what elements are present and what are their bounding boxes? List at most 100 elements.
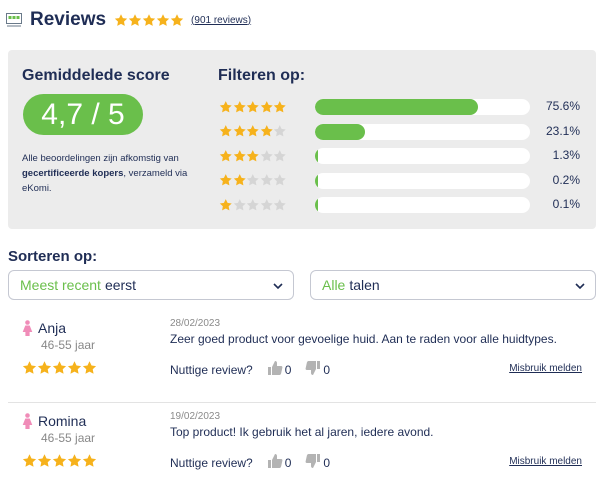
reviews-header: Reviews (901 reviews) xyxy=(6,8,251,32)
star-filled-icon xyxy=(114,13,128,27)
star-empty-icon xyxy=(273,198,287,212)
star-filled-icon xyxy=(22,360,37,375)
review-card: Anja 46-55 jaar 28/02/2023 Zeer goed produc… xyxy=(8,310,596,403)
chevron-down-icon xyxy=(272,279,284,291)
report-abuse-link[interactable]: Misbruik melden xyxy=(509,363,582,374)
filter-row-stars xyxy=(219,198,287,212)
upvote-count: 0 xyxy=(284,362,292,377)
review-stars xyxy=(22,453,97,468)
star-empty-icon xyxy=(246,198,260,212)
reviews-icon xyxy=(6,13,22,27)
rating-percentage: 23.1% xyxy=(545,123,580,138)
thumbs-up-icon xyxy=(267,453,285,472)
filter-row-1-stars[interactable]: 0.1% xyxy=(219,192,589,217)
filter-row-5-stars[interactable]: 75.6% xyxy=(219,94,589,119)
filter-row-stars xyxy=(219,173,287,187)
filter-row-4-stars[interactable]: 23.1% xyxy=(219,119,589,144)
star-filled-icon xyxy=(246,124,260,138)
star-filled-icon xyxy=(67,453,82,468)
star-filled-icon xyxy=(219,173,233,187)
filter-row-2-stars[interactable]: 0.2% xyxy=(219,168,589,193)
star-empty-icon xyxy=(246,173,260,187)
rating-bar-fill xyxy=(315,172,318,189)
thumbs-down-button[interactable]: 0 xyxy=(305,453,330,472)
star-filled-icon xyxy=(233,173,247,187)
star-empty-icon xyxy=(260,173,274,187)
sort-order-select[interactable]: Meest recent eerst xyxy=(8,270,294,300)
review-date: 19/02/2023 xyxy=(170,411,221,422)
reviewer-age: 46-55 jaar xyxy=(41,338,96,352)
star-empty-icon xyxy=(273,124,287,138)
thumbs-down-button[interactable]: 0 xyxy=(305,360,330,379)
rating-bar xyxy=(315,172,530,189)
star-filled-icon xyxy=(219,198,233,212)
star-filled-icon xyxy=(260,124,274,138)
report-abuse-link[interactable]: Misbruik melden xyxy=(509,456,582,467)
star-filled-icon xyxy=(156,13,170,27)
reviewer: Anja xyxy=(22,320,66,336)
star-filled-icon xyxy=(219,100,233,114)
star-filled-icon xyxy=(82,360,97,375)
useful-prompt: Nuttige review? 0 0 xyxy=(170,360,330,379)
star-filled-icon xyxy=(219,124,233,138)
sort-title: Sorteren op: xyxy=(8,248,98,265)
filter-row-stars xyxy=(219,100,287,114)
reviewer: Romina xyxy=(22,413,86,429)
star-empty-icon xyxy=(273,149,287,163)
star-filled-icon xyxy=(246,100,260,114)
review-text: Zeer goed product voor gevoelige huid. A… xyxy=(170,332,557,346)
language-select[interactable]: Alle talen xyxy=(310,270,596,300)
female-user-icon xyxy=(22,413,33,429)
rating-bar-fill xyxy=(315,148,318,164)
rating-bar-fill xyxy=(315,123,365,140)
downvote-count: 0 xyxy=(323,362,331,377)
star-empty-icon xyxy=(260,198,274,212)
star-filled-icon xyxy=(128,13,142,27)
review-text: Top product! Ik gebruik het al jaren, ie… xyxy=(170,425,434,439)
overall-rating-stars xyxy=(114,13,184,27)
star-filled-icon xyxy=(273,100,287,114)
star-filled-icon xyxy=(142,13,156,27)
rating-bar xyxy=(315,197,530,213)
average-score-title: Gemiddelede score xyxy=(22,67,170,84)
thumbs-down-icon xyxy=(305,453,323,472)
filter-row-stars xyxy=(219,124,287,138)
average-score-badge: 4,7 / 5 xyxy=(23,94,143,135)
rating-bar-fill xyxy=(315,99,478,115)
filter-row-3-stars[interactable]: 1.3% xyxy=(219,143,589,168)
review-date: 28/02/2023 xyxy=(170,318,221,329)
review-count-link[interactable]: (901 reviews) xyxy=(191,15,251,26)
thumbs-up-icon xyxy=(267,360,285,379)
filter-row-stars xyxy=(219,149,287,163)
rating-percentage: 1.3% xyxy=(552,148,580,162)
star-filled-icon xyxy=(246,149,260,163)
star-filled-icon xyxy=(233,149,247,163)
rating-percentage: 75.6% xyxy=(545,99,580,113)
star-filter-list: 75.6% 23.1% 1.3% 0.2% 0.1% xyxy=(219,94,589,217)
female-user-icon xyxy=(22,320,33,336)
useful-prompt: Nuttige review? 0 0 xyxy=(170,453,330,472)
star-empty-icon xyxy=(233,198,247,212)
review-card: Romina 46-55 jaar 19/02/2023 Top product! I… xyxy=(8,403,596,494)
rating-bar-fill xyxy=(315,197,318,213)
star-empty-icon xyxy=(260,149,274,163)
thumbs-up-button[interactable]: 0 xyxy=(267,453,292,472)
thumbs-up-button[interactable]: 0 xyxy=(267,360,292,379)
chevron-down-icon xyxy=(574,279,586,291)
star-filled-icon xyxy=(37,360,52,375)
thumbs-down-icon xyxy=(305,360,323,379)
upvote-count: 0 xyxy=(284,455,292,470)
star-filled-icon xyxy=(22,453,37,468)
star-filled-icon xyxy=(37,453,52,468)
star-filled-icon xyxy=(170,13,184,27)
star-empty-icon xyxy=(273,173,287,187)
star-filled-icon xyxy=(82,453,97,468)
star-filled-icon xyxy=(52,453,67,468)
star-filled-icon xyxy=(67,360,82,375)
page-title: Reviews xyxy=(30,9,107,30)
filter-title: Filteren op: xyxy=(218,67,306,84)
star-filled-icon xyxy=(260,100,274,114)
reviewer-name: Anja xyxy=(38,320,67,336)
reviewer-name: Romina xyxy=(38,413,87,429)
reviewer-age: 46-55 jaar xyxy=(41,431,96,445)
